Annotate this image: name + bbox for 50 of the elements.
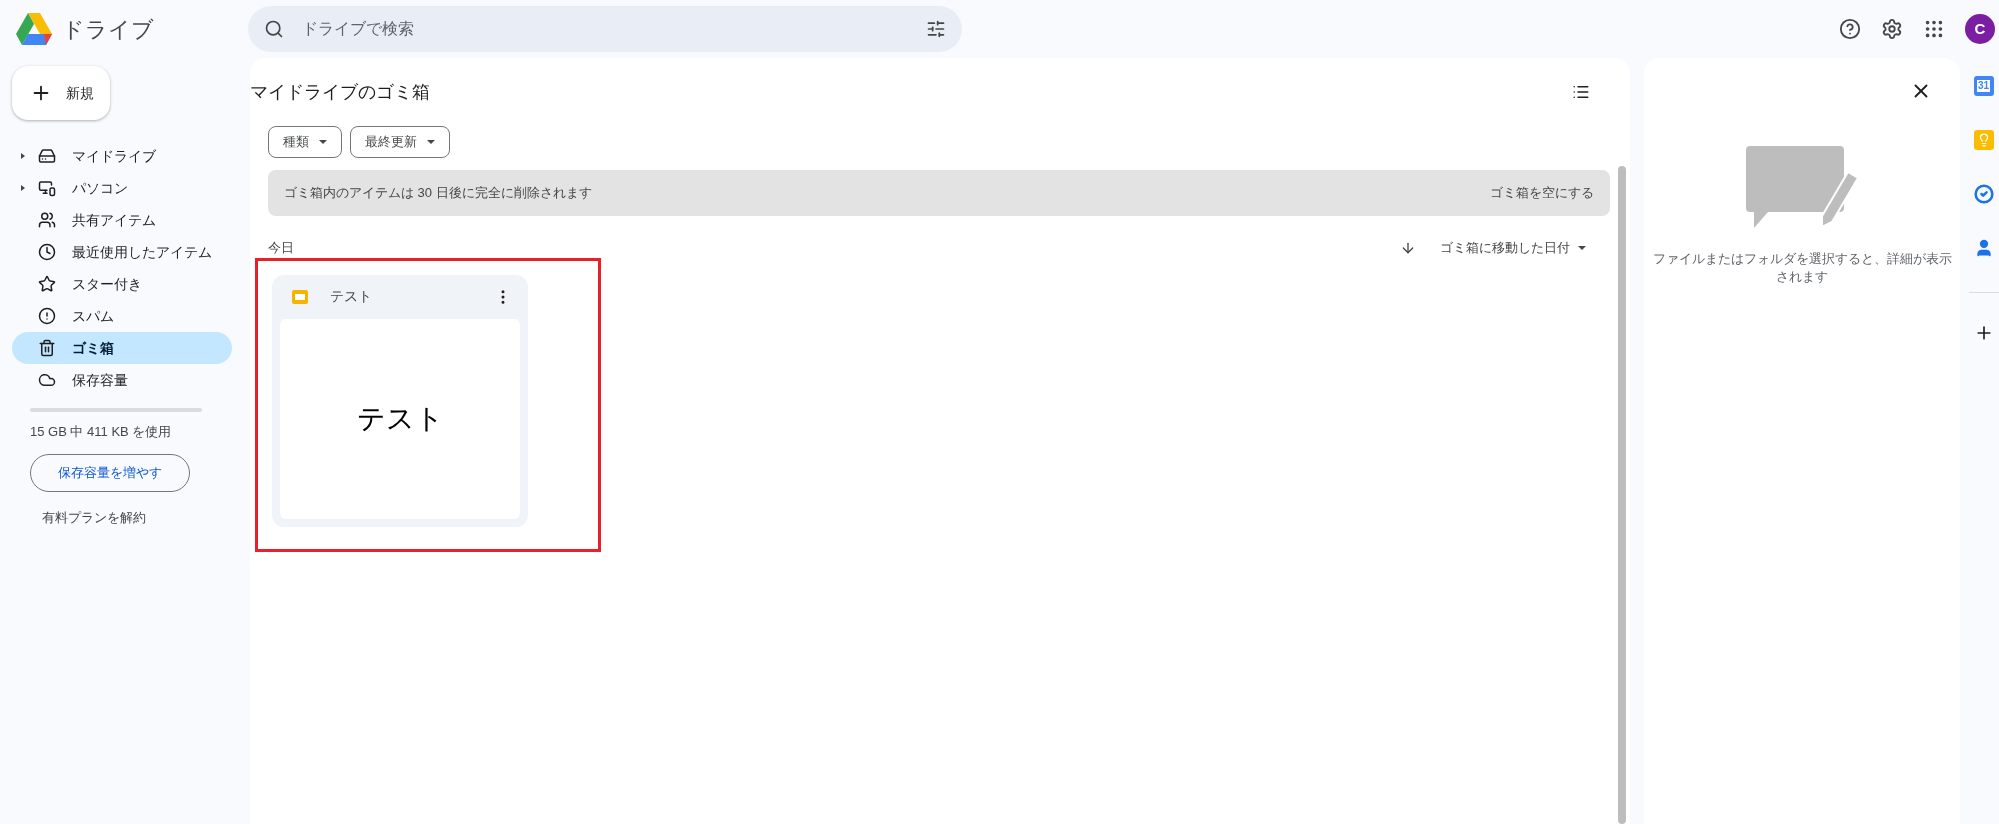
nav-item[interactable]: パソコン <box>12 172 232 204</box>
help-icon[interactable] <box>1839 18 1861 40</box>
list-view-icon[interactable] <box>1572 83 1590 101</box>
nav-item[interactable]: 保存容量 <box>12 364 232 396</box>
sort-button[interactable]: ゴミ箱に移動した日付 <box>1440 238 1586 258</box>
file-card[interactable]: テスト テスト <box>272 274 528 527</box>
file-name: テスト <box>330 287 373 306</box>
cancel-plan-link[interactable]: 有料プランを解約 <box>42 507 250 527</box>
account-avatar[interactable]: C <box>1965 14 1995 44</box>
slides-file-icon <box>292 288 308 305</box>
trash-notice: ゴミ箱内のアイテムは 30 日後に完全に削除されます <box>284 184 592 203</box>
nav-item[interactable]: 共有アイテム <box>12 204 232 236</box>
apps-grid-icon[interactable] <box>1923 18 1945 40</box>
clock-icon <box>38 243 56 261</box>
search-field[interactable]: ドライブで検索 <box>302 17 908 41</box>
expand-arrow-icon[interactable] <box>21 185 25 191</box>
nav-item[interactable]: スター付き <box>12 268 232 300</box>
search-icon <box>264 19 284 39</box>
people-icon <box>38 211 56 229</box>
section-heading: 今日 <box>268 239 294 257</box>
page-title: マイドライブのゴミ箱 <box>250 80 430 104</box>
devices-icon <box>38 179 56 197</box>
nav-item[interactable]: ゴミ箱 <box>12 332 232 364</box>
filter-chip[interactable]: 種類 <box>268 126 342 158</box>
thumbnail-text: テスト <box>356 401 444 436</box>
search-bar[interactable]: ドライブで検索 <box>248 6 962 52</box>
alert-icon <box>38 307 56 325</box>
caret-icon <box>427 140 435 144</box>
app-name: ドライブ <box>62 15 154 44</box>
scrollbar[interactable] <box>1618 166 1626 824</box>
nav-item[interactable]: 最近使用したアイテム <box>12 236 232 268</box>
details-placeholder-text: ファイルまたはフォルダを選択すると、詳細が表示されます <box>1651 250 1953 286</box>
settings-icon[interactable] <box>1881 18 1903 40</box>
trash-icon <box>38 339 56 357</box>
drive-logo-icon <box>16 13 52 45</box>
filter-chip[interactable]: 最終更新 <box>350 126 450 158</box>
nav-item[interactable]: スパム <box>12 300 232 332</box>
drive-icon <box>38 147 56 165</box>
empty-trash-button[interactable]: ゴミ箱を空にする <box>1490 183 1594 203</box>
comment-edit-icon <box>1746 146 1858 230</box>
cloud-icon <box>38 371 56 389</box>
new-button[interactable]: 新規 <box>12 66 110 120</box>
caret-icon <box>1578 245 1586 250</box>
filter-icon[interactable] <box>926 19 946 39</box>
expand-arrow-icon[interactable] <box>21 153 25 159</box>
storage-usage: 15 GB 中 411 KB を使用 <box>30 423 173 441</box>
nav-item[interactable]: マイドライブ <box>12 140 232 172</box>
check-circle-icon[interactable] <box>1973 184 1994 204</box>
star-icon <box>38 275 56 293</box>
caret-icon <box>319 140 327 144</box>
